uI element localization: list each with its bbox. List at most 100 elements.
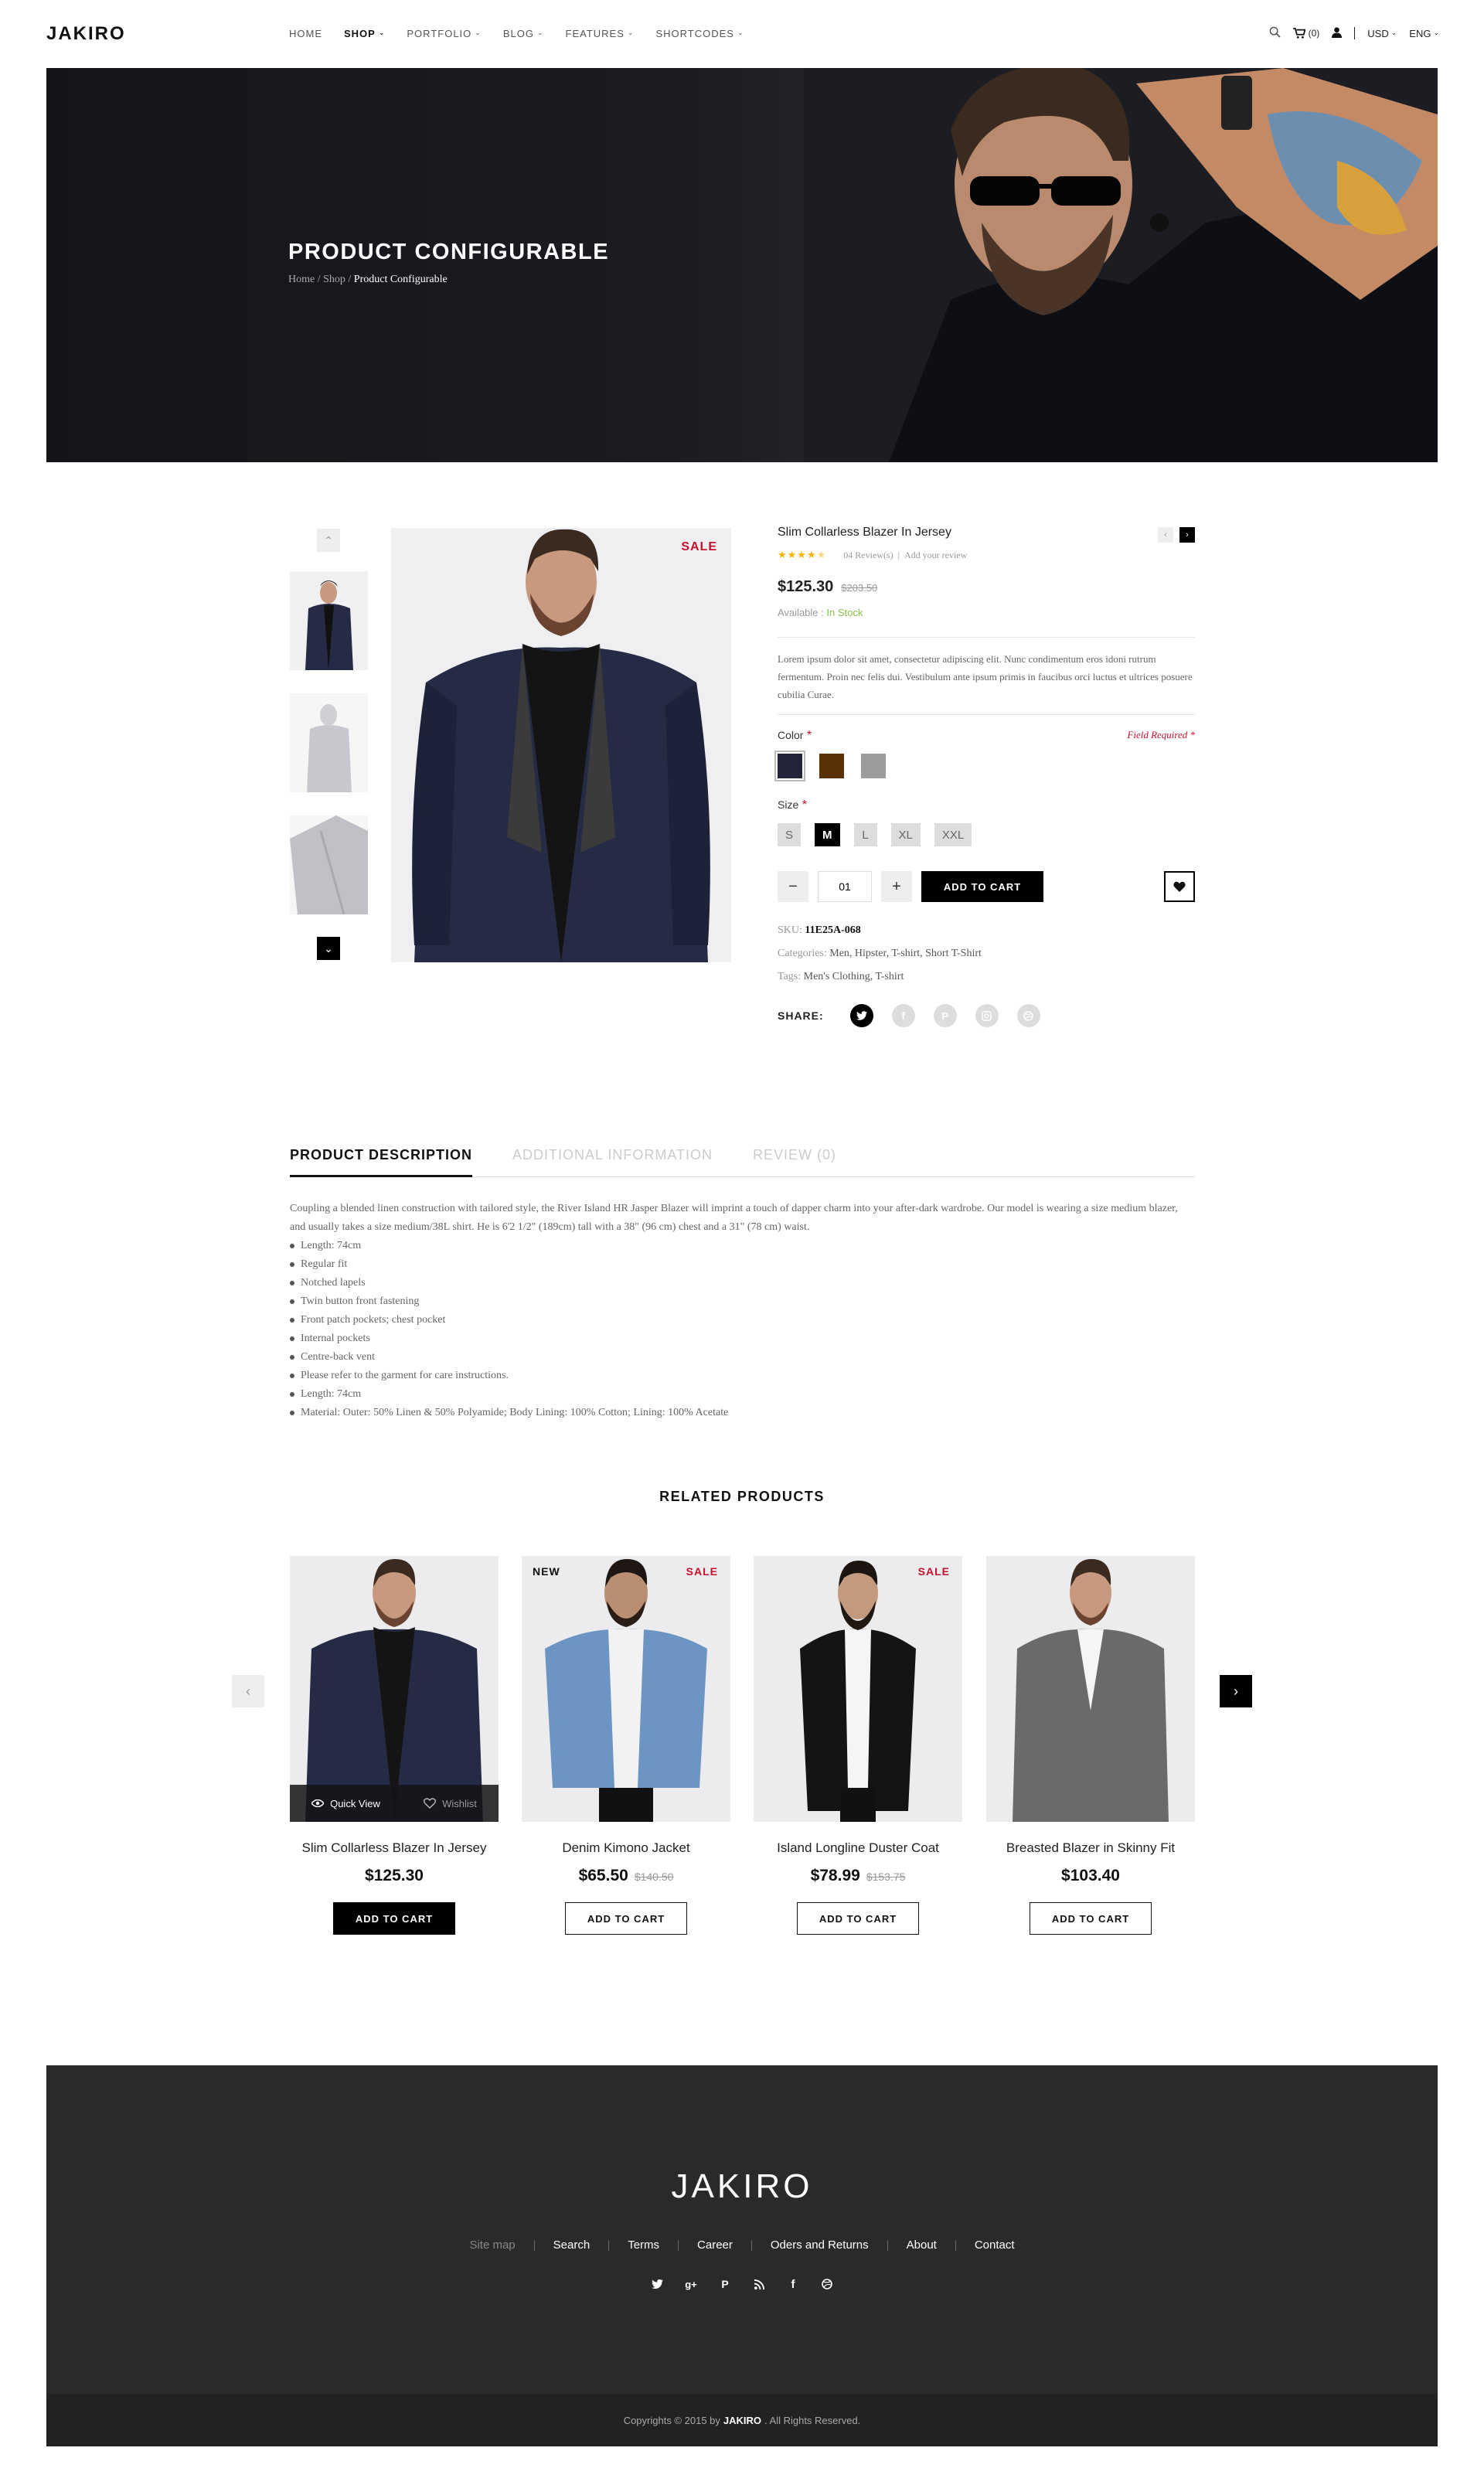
- twitter-icon[interactable]: [849, 1004, 873, 1027]
- pinterest-icon[interactable]: P: [933, 1004, 957, 1027]
- description-intro: Coupling a blended linen construction wi…: [290, 1203, 1178, 1233]
- product-thumbnail[interactable]: [290, 693, 368, 792]
- tab-review[interactable]: REVIEW (0): [753, 1142, 836, 1177]
- product-card-price: $103.40: [1061, 1867, 1120, 1884]
- product-card-image[interactable]: NEW SALE: [522, 1556, 730, 1822]
- nav-home[interactable]: HOME: [289, 28, 322, 39]
- tab-product-description[interactable]: PRODUCT DESCRIPTION: [290, 1142, 473, 1177]
- product-card[interactable]: SALE Island Longline Duster Coat $78.99 …: [754, 1556, 962, 1935]
- pinterest-icon[interactable]: P: [716, 2276, 733, 2293]
- product-thumbnail[interactable]: [290, 571, 368, 670]
- breadcrumb-shop[interactable]: Shop: [323, 274, 345, 285]
- breadcrumb: Home / Shop / Product Configurable: [288, 274, 448, 286]
- categories-value[interactable]: Men, Hipster, T-shirt, Short T-Shirt: [829, 948, 982, 959]
- search-icon[interactable]: [1269, 26, 1281, 40]
- product-card[interactable]: Quick View Wishlist Slim Collarless Blaz…: [290, 1556, 499, 1935]
- thumbs-next-button[interactable]: ⌄: [317, 937, 340, 960]
- related-prev-button[interactable]: ‹: [232, 1675, 264, 1707]
- add-to-cart-button[interactable]: ADD TO CART: [565, 1902, 687, 1935]
- related-products-title: RELATED PRODUCTS: [659, 1489, 825, 1504]
- product-card-price: $78.99: [810, 1867, 860, 1884]
- cart-button[interactable]: (0): [1292, 28, 1319, 39]
- add-to-cart-button[interactable]: ADD TO CART: [333, 1902, 455, 1935]
- size-xxl[interactable]: XXL: [934, 823, 972, 846]
- product-card-name[interactable]: Breasted Blazer in Skinny Fit: [986, 1840, 1195, 1856]
- product-card-image[interactable]: [986, 1556, 1195, 1822]
- quick-view-button[interactable]: Quick View: [311, 1798, 380, 1809]
- cart-icon: [1292, 28, 1305, 39]
- add-to-cart-button[interactable]: ADD TO CART: [1030, 1902, 1152, 1935]
- chevron-down-icon: ⌄: [627, 29, 635, 36]
- prev-product-button[interactable]: ‹: [1158, 527, 1173, 543]
- facebook-icon[interactable]: f: [785, 2276, 802, 2293]
- facebook-icon[interactable]: f: [891, 1004, 915, 1027]
- user-icon[interactable]: [1332, 26, 1343, 40]
- currency-select[interactable]: USD ⌄: [1367, 28, 1397, 39]
- quantity-input[interactable]: [818, 871, 872, 902]
- product-thumbnail[interactable]: [290, 815, 368, 914]
- product-card-name[interactable]: Denim Kimono Jacket: [522, 1840, 730, 1856]
- product-card[interactable]: NEW SALE Denim Kimono Jacket $65.50 $140…: [522, 1556, 730, 1935]
- availability: Available : In Stock: [778, 607, 1195, 618]
- nav-shop[interactable]: SHOP ⌄: [344, 28, 385, 39]
- add-to-cart-button[interactable]: ADD TO CART: [797, 1902, 919, 1935]
- product-card-image[interactable]: SALE: [754, 1556, 962, 1822]
- copyright-text: . All Rights Reserved.: [764, 2414, 861, 2426]
- product-main-image[interactable]: SALE: [391, 528, 731, 962]
- product-pager: ‹ ›: [1158, 527, 1195, 543]
- product-card[interactable]: Breasted Blazer in Skinny Fit $103.40 AD…: [986, 1556, 1195, 1935]
- chevron-down-icon: ⌄: [324, 941, 333, 955]
- footer-link-about[interactable]: About: [888, 2238, 955, 2252]
- heart-outline-icon: [424, 1798, 437, 1809]
- product-price: $125.30: [778, 578, 834, 595]
- footer-link-sitemap[interactable]: Site map: [451, 2238, 533, 2252]
- nav-shortcodes[interactable]: SHORTCODES ⌄: [655, 28, 744, 39]
- qty-increase-button[interactable]: +: [881, 871, 912, 902]
- google-plus-icon[interactable]: g+: [682, 2276, 699, 2293]
- language-select[interactable]: ENG ⌄: [1409, 28, 1439, 39]
- add-to-cart-button[interactable]: ADD TO CART: [921, 871, 1043, 902]
- rss-icon[interactable]: [751, 2276, 768, 2293]
- size-xl[interactable]: XL: [890, 823, 921, 846]
- site-logo[interactable]: JAKIRO: [46, 23, 126, 45]
- next-product-button[interactable]: ›: [1179, 527, 1195, 543]
- nav-features[interactable]: FEATURES ⌄: [566, 28, 635, 39]
- footer-link-contact[interactable]: Contact: [956, 2238, 1033, 2252]
- price-row: $125.30 $203.50: [778, 578, 1195, 596]
- twitter-icon[interactable]: [648, 2276, 665, 2293]
- add-review-link[interactable]: Add your review: [904, 550, 967, 561]
- tags-value[interactable]: Men's Clothing, T-shirt: [804, 971, 904, 982]
- size-s[interactable]: S: [778, 823, 802, 846]
- footer-link-search[interactable]: Search: [535, 2238, 609, 2252]
- footer-link-terms[interactable]: Terms: [609, 2238, 678, 2252]
- size-l[interactable]: L: [853, 823, 877, 846]
- related-next-button[interactable]: ›: [1220, 1675, 1252, 1707]
- list-item: Twin button front fastening: [290, 1292, 1195, 1311]
- field-required-note: Field Required *: [1127, 729, 1195, 740]
- size-m[interactable]: M: [815, 823, 840, 846]
- color-swatch[interactable]: [774, 751, 805, 781]
- wishlist-button[interactable]: [1164, 871, 1195, 902]
- nav-blog[interactable]: BLOG ⌄: [503, 28, 544, 39]
- product-card-name[interactable]: Slim Collarless Blazer In Jersey: [290, 1840, 499, 1856]
- product-card-name[interactable]: Island Longline Duster Coat: [754, 1840, 962, 1856]
- instagram-icon[interactable]: [975, 1004, 999, 1027]
- breadcrumb-home[interactable]: Home: [288, 274, 315, 285]
- product-card-image[interactable]: Quick View Wishlist: [290, 1556, 499, 1822]
- dribbble-icon[interactable]: [1016, 1004, 1040, 1027]
- footer-link-orders-returns[interactable]: Oders and Returns: [752, 2238, 887, 2252]
- nav-portfolio[interactable]: PORTFOLIO ⌄: [407, 28, 481, 39]
- dribbble-icon[interactable]: [819, 2276, 836, 2293]
- color-label: Color: [778, 729, 804, 741]
- qty-decrease-button[interactable]: −: [778, 871, 808, 902]
- add-to-wishlist-button[interactable]: Wishlist: [424, 1798, 477, 1809]
- color-swatch[interactable]: [861, 754, 886, 778]
- reviews-count-link[interactable]: 04 Review(s): [843, 550, 893, 561]
- list-item: Length: 74cm: [290, 1237, 1195, 1255]
- footer-logo[interactable]: JAKIRO: [46, 2167, 1438, 2206]
- color-swatch[interactable]: [819, 754, 844, 778]
- thumbs-prev-button[interactable]: ⌃: [317, 529, 340, 552]
- share-label: SHARE:: [778, 1009, 824, 1022]
- tab-additional-information[interactable]: ADDITIONAL INFORMATION: [512, 1142, 713, 1177]
- footer-link-career[interactable]: Career: [679, 2238, 751, 2252]
